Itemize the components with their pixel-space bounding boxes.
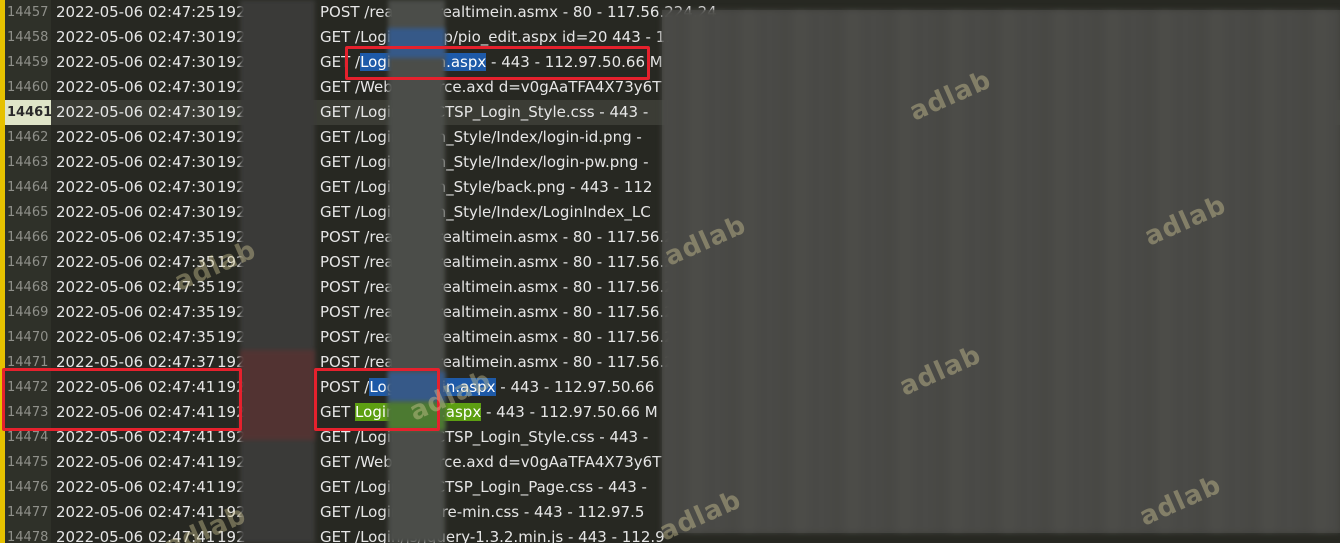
log-timestamp: 2022-05-06 02:47:25 <box>56 3 216 21</box>
line-number: 14476 <box>5 475 51 500</box>
log-request: GET /Login/js/pure-min.css - 443 - 112.9… <box>320 503 645 521</box>
log-timestamp: 2022-05-06 02:47:30 <box>56 128 216 146</box>
log-request: POST /realtime/realtimein.asmx - 80 - 11… <box>320 228 717 246</box>
log-request: GET /Login/Login_Style/Index/login-id.pn… <box>320 128 642 146</box>
line-number: 14469 <box>5 300 51 325</box>
redacted-details-overlay <box>662 10 1340 533</box>
log-request: POST /realtime/realtimein.asmx - 80 - 11… <box>320 303 717 321</box>
request-tail: - 443 - 112.97.50.66 <box>495 378 655 396</box>
line-number: 14466 <box>5 225 51 250</box>
log-timestamp: 2022-05-06 02:47:35 <box>56 278 216 296</box>
line-number: 14458 <box>5 25 51 50</box>
log-request: GET /Login/css/CTSP_Login_Style.css - 44… <box>320 103 649 121</box>
line-number: 14457 <box>5 0 51 25</box>
annotation-box-line-numbers <box>2 368 242 431</box>
line-number: 14460 <box>5 75 51 100</box>
log-timestamp: 2022-05-06 02:47:35 <box>56 303 216 321</box>
log-timestamp: 2022-05-06 02:47:30 <box>56 78 216 96</box>
log-request: POST /realtime/realtimein.asmx - 80 - 11… <box>320 328 717 346</box>
log-timestamp: 2022-05-06 02:47:35 <box>56 328 216 346</box>
line-number: 14477 <box>5 500 51 525</box>
log-timestamp: 2022-05-06 02:47:41 <box>56 478 216 496</box>
log-request: GET /WebResource.axd d=v0gAaTFA4X73y6T <box>320 453 662 471</box>
log-request: GET /Login/Login_Style/back.png - 443 - … <box>320 178 653 196</box>
log-viewer: 14457 2022-05-06 02:47:25 192 POST /realtim… <box>0 0 1340 543</box>
log-timestamp: 2022-05-06 02:47:30 <box>56 153 216 171</box>
line-number: 14470 <box>5 325 51 350</box>
line-number: 14478 <box>5 525 51 543</box>
redacted-ip-highlight <box>240 350 315 440</box>
log-timestamp: 2022-05-06 02:47:35 <box>56 228 216 246</box>
line-number: 14464 <box>5 175 51 200</box>
log-timestamp: 2022-05-06 02:47:30 <box>56 53 216 71</box>
line-number: 14465 <box>5 200 51 225</box>
redacted-path-column <box>388 0 445 543</box>
redacted-ip-column <box>240 0 315 543</box>
log-request: POST /realtime/realtimein.asmx - 80 - 11… <box>320 3 717 21</box>
log-request: GET /Login/js/jquery-1.3.2.min.js - 443 … <box>320 528 665 543</box>
annotation-box-login-request <box>345 46 650 80</box>
line-number: 14462 <box>5 125 51 150</box>
line-number: 14468 <box>5 275 51 300</box>
line-number: 14475 <box>5 450 51 475</box>
log-timestamp: 2022-05-06 02:47:41 <box>56 528 216 543</box>
log-timestamp: 2022-05-06 02:47:41 <box>56 453 216 471</box>
log-request: GET /Login/Login_Style/Index/login-pw.pn… <box>320 153 649 171</box>
line-number: 14467 <box>5 250 51 275</box>
log-timestamp: 2022-05-06 02:47:30 <box>56 178 216 196</box>
log-timestamp: 2022-05-06 02:47:30 <box>56 103 216 121</box>
log-timestamp: 2022-05-06 02:47:41 <box>56 503 216 521</box>
annotation-box-login-posts <box>314 368 440 431</box>
log-timestamp: 2022-05-06 02:47:30 <box>56 28 216 46</box>
log-timestamp: 2022-05-06 02:47:35 <box>56 253 216 271</box>
log-request: POST /realtime/realtimein.asmx - 80 - 11… <box>320 278 717 296</box>
log-timestamp: 2022-05-06 02:47:30 <box>56 203 216 221</box>
line-number: 14459 <box>5 50 51 75</box>
log-request: POST /realtime/realtimein.asmx - 80 - 11… <box>320 253 717 271</box>
line-number: 14463 <box>5 150 51 175</box>
log-request: GET /Login/css/CTSP_Login_Page.css - 443… <box>320 478 647 496</box>
line-number: 14461 <box>5 100 52 125</box>
request-tail: - 443 - 112.97.50.66 M <box>481 403 658 421</box>
log-request: GET /Login/Login_Style/Index/LoginIndex_… <box>320 203 651 221</box>
